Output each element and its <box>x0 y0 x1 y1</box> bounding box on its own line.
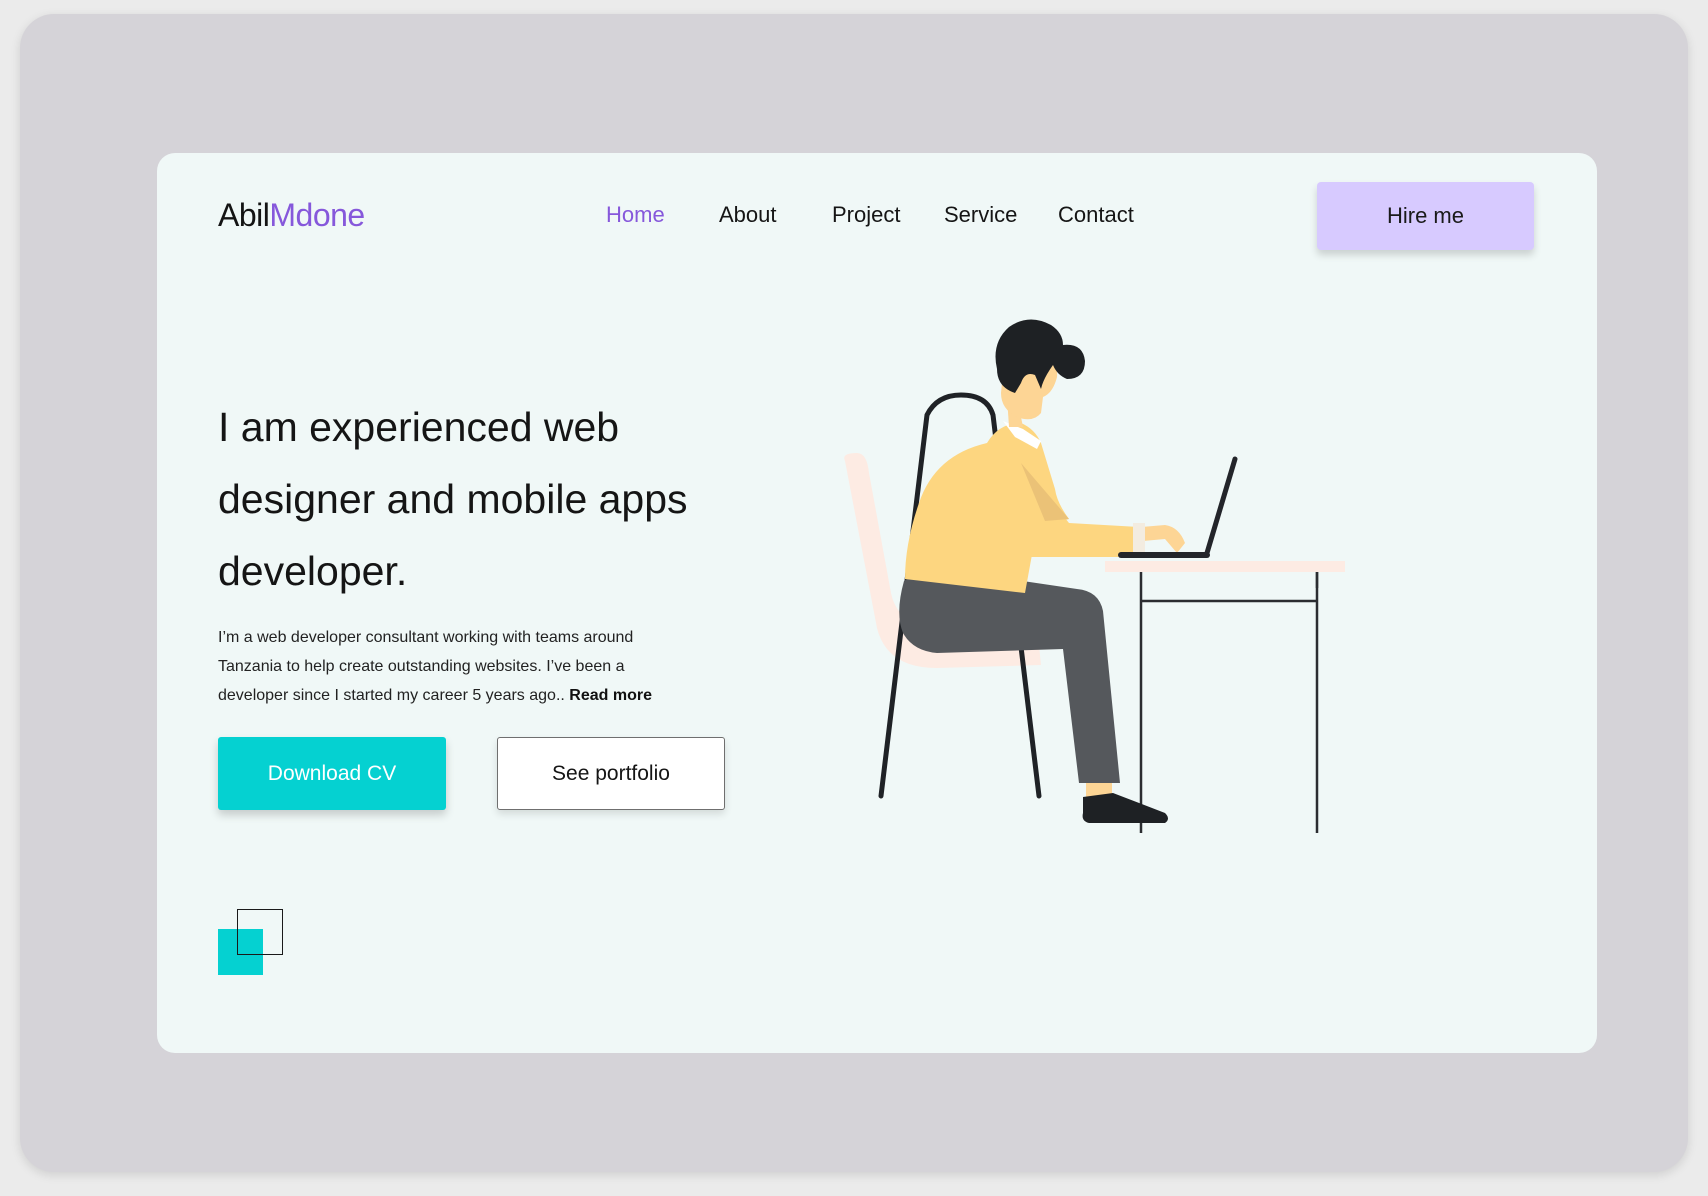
decorative-outline-square <box>237 909 283 955</box>
hire-me-button[interactable]: Hire me <box>1317 182 1534 250</box>
decorative-squares <box>218 909 286 977</box>
nav-item-service[interactable]: Service <box>944 202 1017 228</box>
browser-frame: AbilMdone Home About Project Service Con… <box>20 14 1688 1172</box>
logo-accent-text: Mdone <box>269 197 365 233</box>
developer-at-laptop-illustration <box>844 319 1345 833</box>
hand <box>1141 525 1185 553</box>
shoe <box>1082 793 1168 823</box>
nav-item-home[interactable]: Home <box>606 202 665 228</box>
pants <box>899 567 1120 783</box>
download-cv-button[interactable]: Download CV <box>218 737 446 810</box>
laptop-screen <box>1204 456 1238 556</box>
logo-primary-text: Abil <box>218 197 270 233</box>
read-more-link[interactable]: Read more <box>569 687 652 704</box>
table-top <box>1105 561 1345 572</box>
nav-item-contact[interactable]: Contact <box>1058 202 1134 228</box>
nav-item-project[interactable]: Project <box>832 202 900 228</box>
landing-page-card: AbilMdone Home About Project Service Con… <box>157 153 1597 1053</box>
hero-title: I am experienced web designer and mobile… <box>218 404 688 594</box>
hero-description: I’m a web developer consultant working w… <box>218 623 698 710</box>
nav-item-about[interactable]: About <box>719 202 777 228</box>
site-logo[interactable]: AbilMdone <box>218 197 365 234</box>
cuff <box>1133 523 1145 557</box>
hair <box>995 319 1085 393</box>
see-portfolio-button[interactable]: See portfolio <box>497 737 725 810</box>
